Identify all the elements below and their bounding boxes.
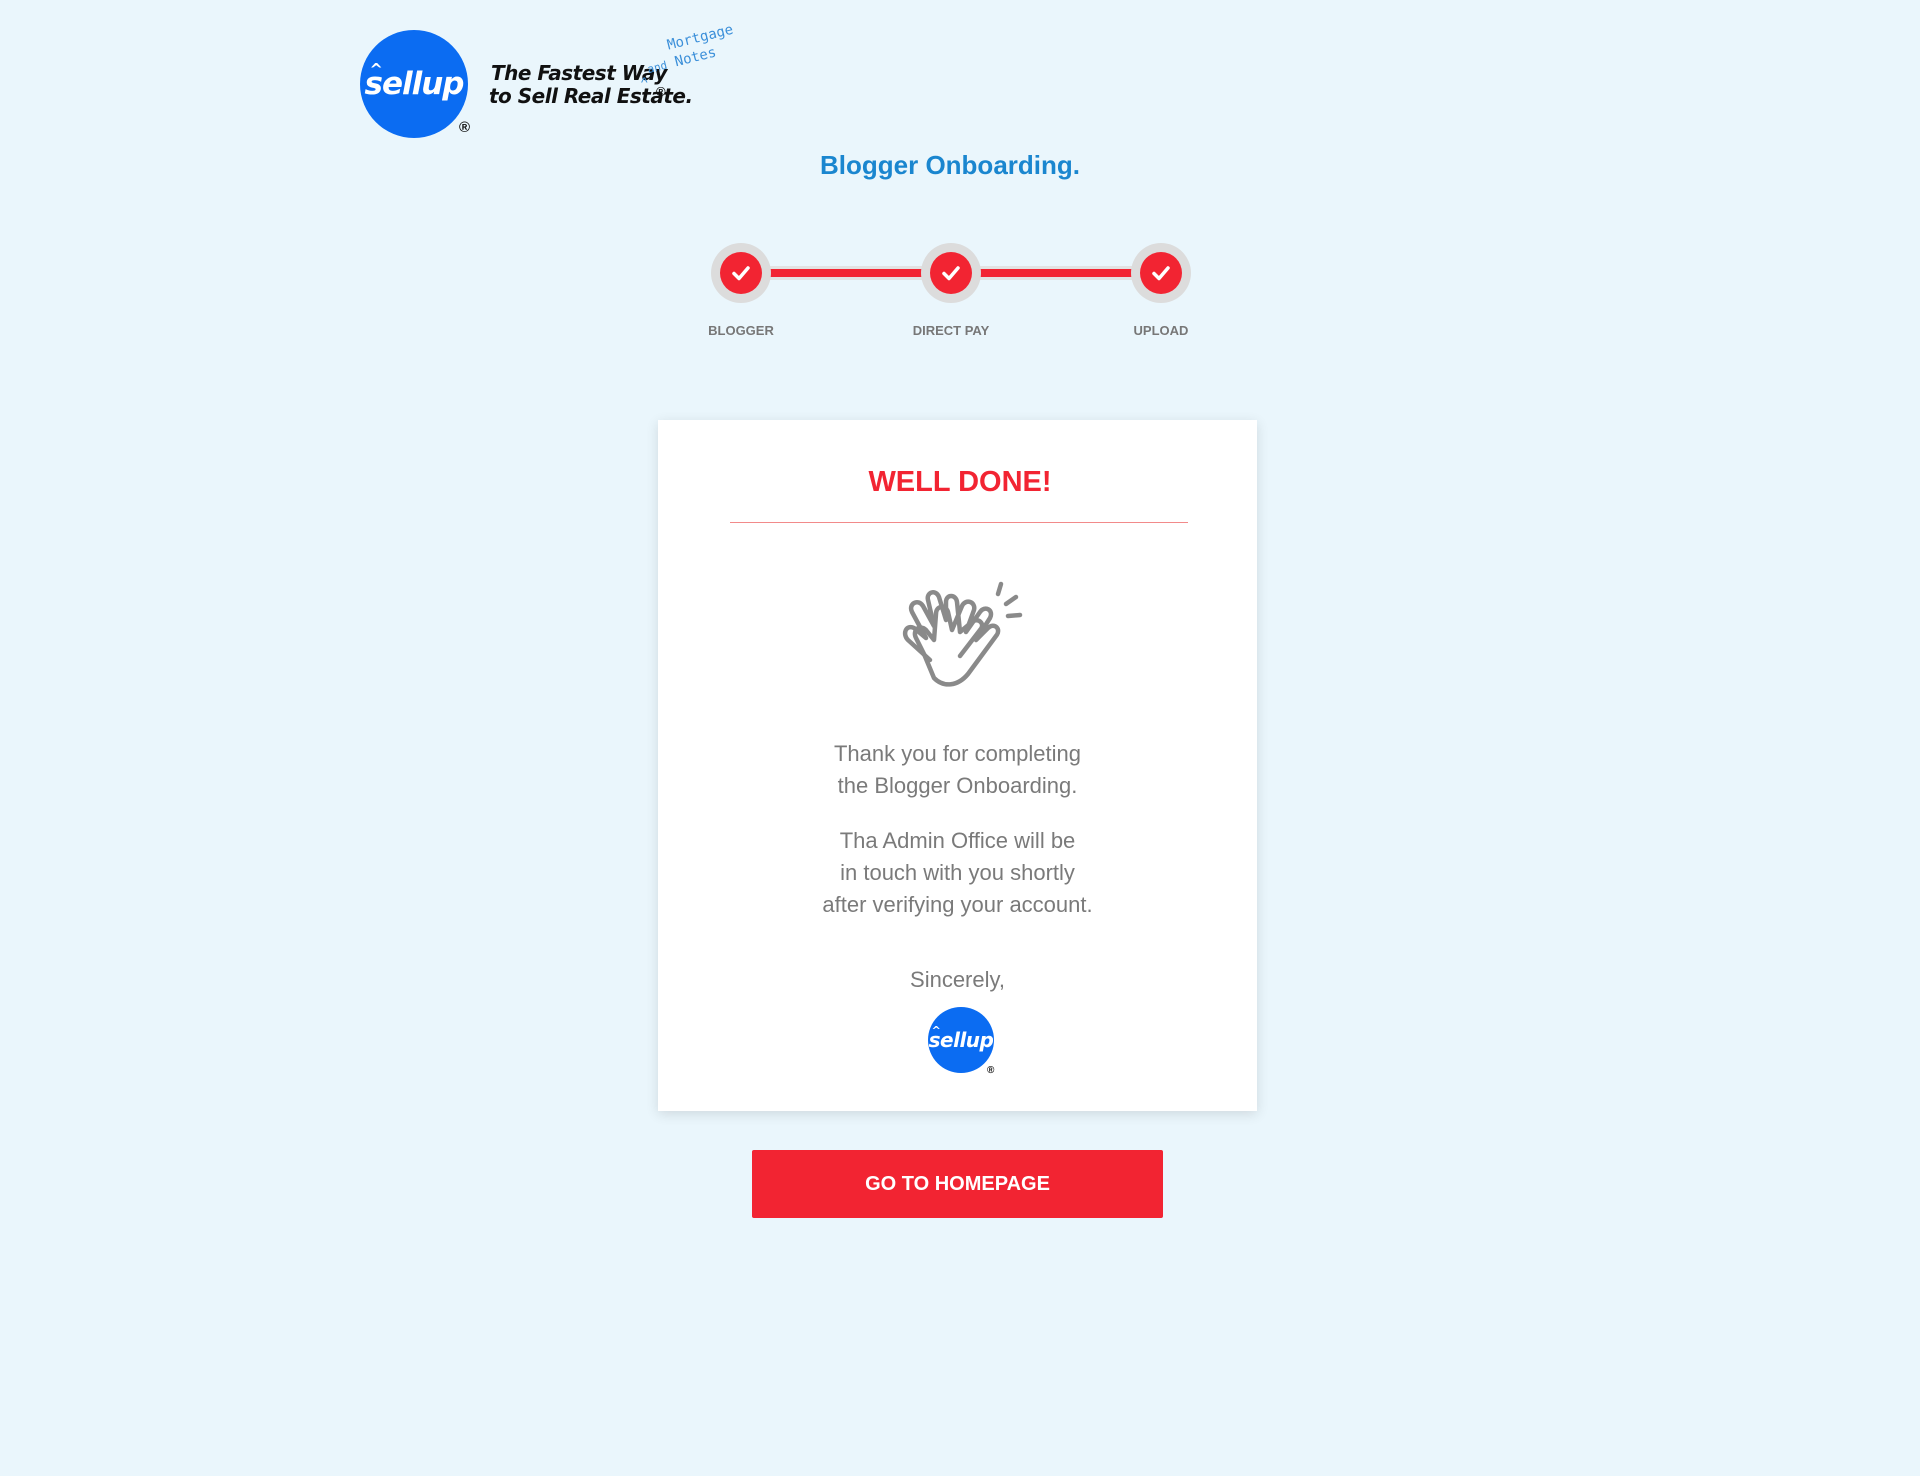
annotation-and: and [646,58,669,77]
admin-contact-message: Tha Admin Office will be in touch with y… [658,825,1257,921]
step-label-upload: UPLOAD [1133,323,1189,338]
step-label-direct-pay: DIRECT PAY [912,323,990,338]
stepper-labels: BLOGGER DIRECT PAY UPLOAD [681,323,1221,343]
caret-icon: ^ [931,1024,941,1037]
step-node-blogger [711,243,771,303]
thank-you-line1: Thank you for completing [833,741,1082,766]
thank-you-line2: the Blogger Onboarding. [837,773,1078,798]
signature-registered-mark: ® [987,1065,995,1076]
registered-mark: ® [459,119,471,136]
check-icon [1152,266,1170,281]
tagline-registered-mark: ® [656,84,666,99]
progress-stepper [711,242,1191,312]
sellup-logo[interactable]: ^ sellup [360,30,468,138]
step-node-upload [1131,243,1191,303]
admin-line2: in touch with you shortly [840,860,1075,885]
clapping-hands-icon [902,581,1023,687]
caret-icon: ^ [369,60,383,79]
thank-you-message: Thank you for completing the Blogger Onb… [658,738,1257,802]
insert-caret-icon: ^ [641,74,648,90]
step-node-direct-pay [921,243,981,303]
check-icon [732,266,750,281]
step-label-blogger: BLOGGER [708,323,774,338]
success-card: WELL DONE! Thank you for completing the … [658,420,1257,1111]
go-to-homepage-button[interactable]: GO TO HOMEPAGE [752,1150,1163,1218]
sincerely-text: Sincerely, [910,967,1005,992]
check-icon [942,266,960,281]
page-title: Blogger Onboarding. [820,150,1080,180]
card-divider [730,522,1188,523]
admin-line3: after verifying your account. [822,892,1093,917]
card-title: WELL DONE! [868,466,1052,498]
admin-line1: Tha Admin Office will be [839,828,1076,853]
signature-logo: ^ sellup [928,1007,994,1073]
